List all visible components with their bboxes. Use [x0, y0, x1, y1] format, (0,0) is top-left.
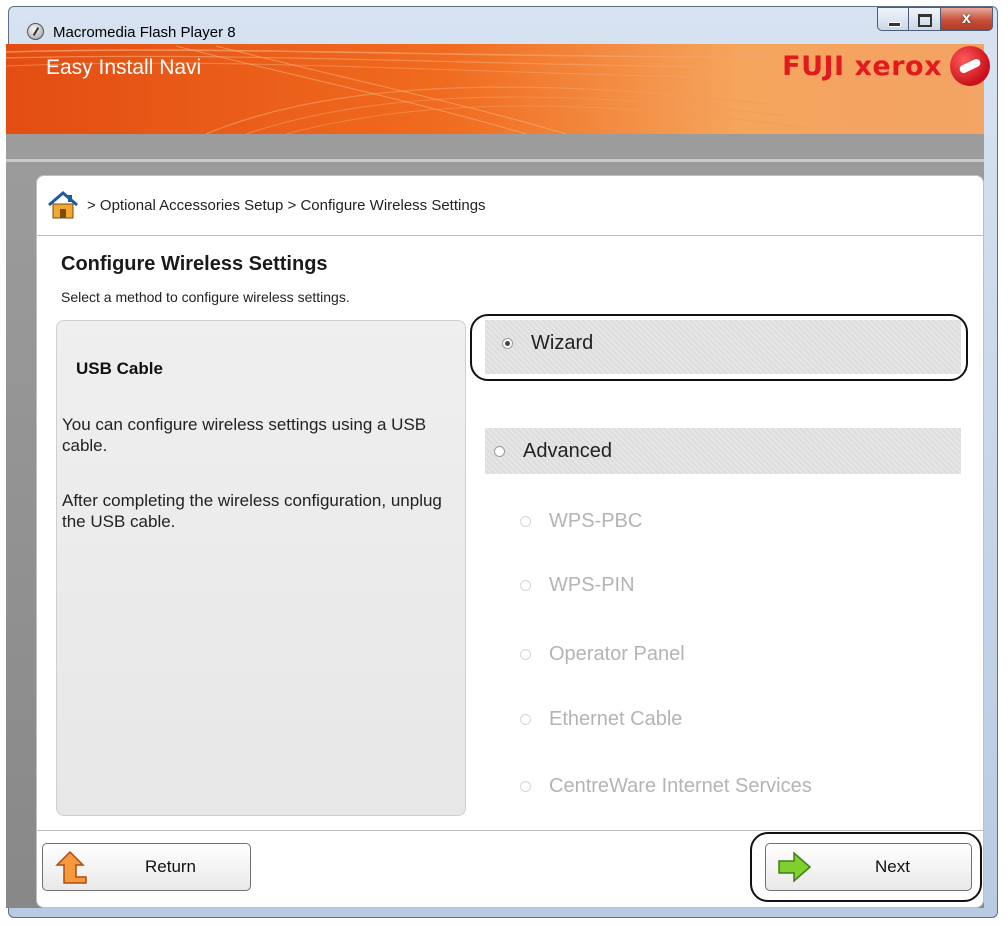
- wps-pin-radio[interactable]: [520, 579, 531, 591]
- centreware-option[interactable]: CentreWare Internet Services: [520, 771, 812, 801]
- description-title: USB Cable: [76, 359, 163, 378]
- window-controls: x: [877, 7, 993, 35]
- advanced-option[interactable]: Advanced: [494, 436, 612, 466]
- wizard-callout-outline: [470, 314, 968, 381]
- centreware-radio[interactable]: [520, 780, 531, 792]
- page-title: Configure Wireless Settings: [61, 253, 328, 275]
- breadcrumb-path: > Optional Accessories Setup > Configure…: [87, 196, 486, 214]
- operator-panel-radio[interactable]: [520, 648, 531, 660]
- home-icon[interactable]: [47, 190, 79, 220]
- wps-pin-option[interactable]: WPS-PIN: [520, 570, 635, 600]
- wps-pbc-label: WPS-PBC: [549, 509, 643, 532]
- description-box: [56, 320, 466, 816]
- close-button[interactable]: x: [941, 7, 993, 31]
- header-divider: [37, 235, 983, 236]
- stage-highlight-line: [6, 159, 984, 162]
- next-callout-outline: [750, 832, 982, 902]
- fuji-xerox-logo-icon: [950, 46, 990, 86]
- ethernet-cable-label: Ethernet Cable: [549, 707, 683, 730]
- fuji-xerox-logo-text: FUJI xerox: [782, 51, 942, 82]
- return-button[interactable]: Return: [42, 843, 251, 891]
- ethernet-cable-option[interactable]: Ethernet Cable: [520, 704, 682, 734]
- operator-panel-option[interactable]: Operator Panel: [520, 639, 685, 669]
- maximize-button[interactable]: [909, 7, 941, 31]
- wps-pin-label: WPS-PIN: [549, 573, 635, 596]
- description-text-2: After completing the wireless configurat…: [62, 491, 442, 531]
- app-name: Easy Install Navi: [46, 56, 202, 79]
- title-bar[interactable]: Macromedia Flash Player 8 x: [9, 7, 997, 49]
- footer-divider: [37, 830, 983, 831]
- minimize-button[interactable]: [877, 7, 909, 31]
- flash-player-icon: [27, 23, 44, 40]
- wps-pbc-radio[interactable]: [520, 515, 531, 527]
- breadcrumb: > Optional Accessories Setup > Configure…: [47, 188, 486, 222]
- centreware-label: CentreWare Internet Services: [549, 774, 812, 797]
- operator-panel-label: Operator Panel: [549, 642, 685, 665]
- description-text-1: You can configure wireless settings usin…: [62, 415, 427, 455]
- ethernet-cable-radio[interactable]: [520, 713, 531, 725]
- wps-pbc-option[interactable]: WPS-PBC: [520, 506, 642, 536]
- advanced-radio[interactable]: [494, 445, 505, 457]
- page-subtitle: Select a method to configure wireless se…: [61, 289, 350, 305]
- return-arrow-icon: [53, 849, 91, 885]
- return-label: Return: [144, 857, 197, 876]
- advanced-label: Advanced: [523, 439, 612, 462]
- close-icon: x: [962, 10, 971, 27]
- window-title: Macromedia Flash Player 8: [53, 24, 236, 41]
